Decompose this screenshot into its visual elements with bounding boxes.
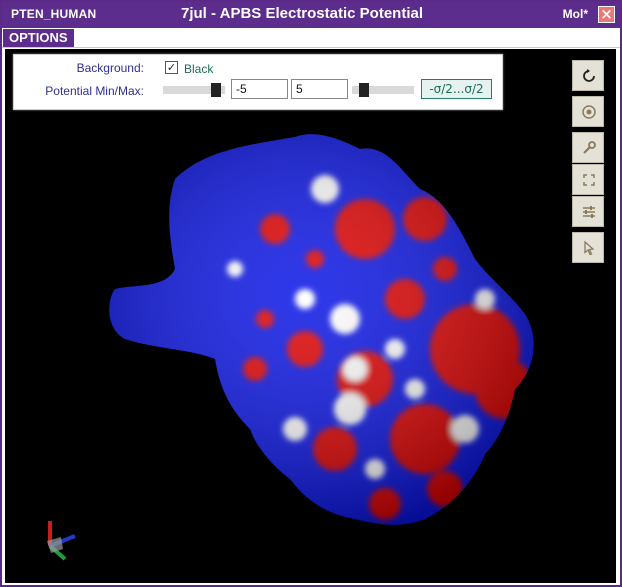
screenshot-icon [582,105,596,119]
background-black-checkbox[interactable]: ✓ [165,61,178,74]
reset-view-icon [583,69,595,82]
menu-bar: OPTIONS [2,28,620,48]
potential-min-input[interactable]: -5 [231,79,288,99]
fullscreen-button[interactable] [572,164,604,195]
orientation-axes-icon [47,521,76,561]
potential-max-input[interactable]: 5 [291,79,348,99]
protein-surface [109,134,534,525]
background-label: Background: [76,61,144,75]
potential-minmax-label: Potential Min/Max: [45,84,144,98]
potential-max-slider[interactable] [352,83,414,97]
sigma-range-button[interactable]: -σ/2...σ/2 [421,79,492,99]
settings-wrench-icon [583,141,596,154]
settings-button[interactable] [572,132,604,163]
title-bar: PTEN_HUMAN 7jul - APBS Electrostatic Pot… [2,2,620,28]
slider-thumb[interactable] [211,83,221,97]
screenshot-button[interactable] [572,96,604,127]
select-mode-button[interactable] [572,232,604,263]
window-title: 7jul - APBS Electrostatic Potential [181,5,423,22]
background-value-label: Black [184,62,214,76]
slider-thumb[interactable] [359,83,369,97]
mol-viewer-window: PTEN_HUMAN 7jul - APBS Electrostatic Pot… [0,0,622,587]
options-menu[interactable]: OPTIONS [3,29,74,47]
select-pointer-icon [584,240,595,256]
3d-viewport[interactable]: Background: ✓ Black Potential Min/Max: -… [5,49,616,583]
close-button[interactable]: × [598,6,615,23]
close-icon: × [600,5,613,23]
controls-button[interactable] [572,196,604,227]
checkmark-icon: ✓ [166,61,177,74]
controls-sliders-icon [583,206,595,218]
reset-view-button[interactable] [572,60,604,91]
fullscreen-icon [583,174,595,186]
app-name: Mol* [562,7,588,21]
potential-min-slider[interactable] [163,83,225,97]
potential-controls-panel: Background: ✓ Black Potential Min/Max: -… [13,54,503,110]
